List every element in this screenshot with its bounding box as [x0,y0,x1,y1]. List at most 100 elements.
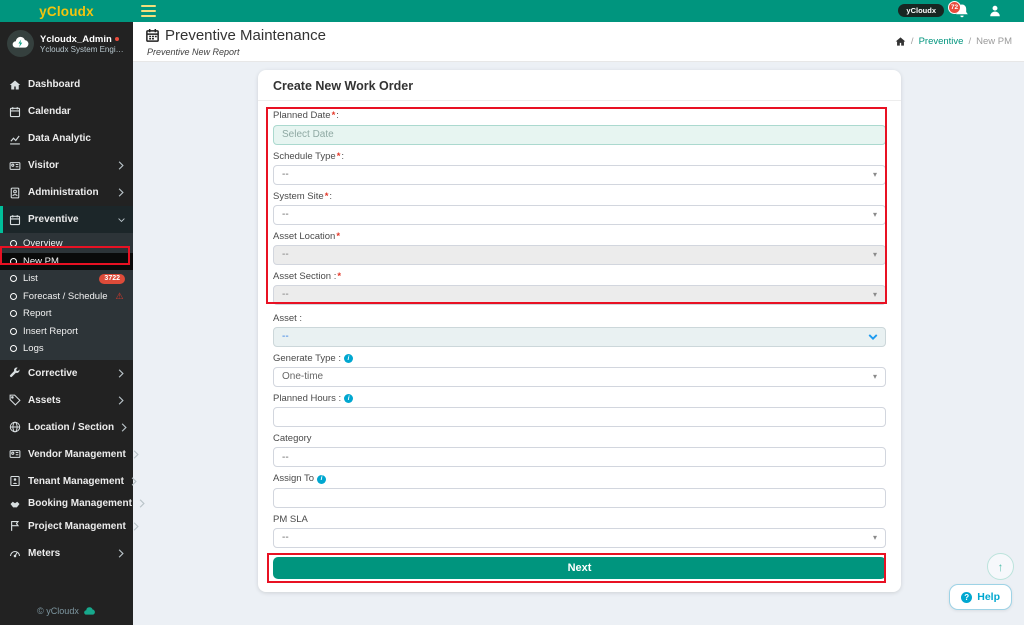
create-work-order-card: Create New Work Order Planned Date * : S… [258,70,901,592]
sidebar-item-list[interactable]: List3722 [0,270,133,288]
user-panel: Ycloudx_Admin Ycloudx System Engin... [0,22,133,66]
info-icon[interactable]: i [344,354,353,363]
asset-location-select: --▾ [273,245,886,265]
asset-label: Asset : [273,313,886,325]
caret-down-icon: ▾ [873,171,877,179]
form-area: Planned Date * : Schedule Type * : --▾ S… [258,101,901,548]
field-assign-to: Assign Toi [273,473,886,508]
circle-icon [10,310,17,317]
page-header: Preventive Maintenance Preventive New Re… [133,22,1024,62]
sidebar-item-report[interactable]: Report [0,305,133,323]
tenant-icon [8,475,21,488]
sidebar-item-overview[interactable]: Overview [0,235,133,253]
breadcrumb-link-preventive[interactable]: Preventive [919,36,964,47]
caret-down-icon: ▾ [873,534,877,542]
planned-hours-label: Planned Hours :i [273,393,886,405]
page-title: Preventive Maintenance [145,27,326,44]
avatar [7,30,34,57]
sidebar-item-calendar[interactable]: Calendar [0,98,133,125]
sidebar-item-project-management[interactable]: Project Management [0,513,133,540]
help-button[interactable]: ? Help [949,584,1012,610]
field-generate-type: Generate Type :i One-time▾ [273,353,886,387]
chevron-right-icon [118,549,125,558]
chevron-right-icon [133,450,139,459]
topbar: yCloudx yCloudx 72 [0,0,1024,22]
chevron-right-icon [118,396,125,405]
sidebar-item-dashboard[interactable]: Dashboard [0,71,133,98]
gauge-icon [8,547,21,560]
assign-to-label: Assign Toi [273,473,886,485]
card-title: Create New Work Order [258,70,901,101]
circle-icon [10,258,17,265]
flag-icon [8,520,21,533]
field-schedule-type: Schedule Type * : --▾ [273,151,886,185]
chevron-right-icon [133,522,139,531]
system-site-select[interactable]: --▾ [273,205,886,225]
circle-icon [10,275,17,282]
sidebar-item-preventive[interactable]: Preventive [0,206,133,233]
field-asset: Asset : -- [273,313,886,347]
field-planned-date: Planned Date * : [273,110,886,145]
assign-to-input[interactable] [273,488,886,508]
count-badge: 3722 [99,274,125,284]
cloud-icon [83,606,96,616]
account-pill[interactable]: yCloudx [898,4,944,17]
sidebar-item-visitor[interactable]: Visitor [0,152,133,179]
circle-icon [10,328,17,335]
id-card-icon [8,448,21,461]
circle-icon [10,293,17,300]
caret-down-icon: ▾ [873,373,877,381]
chevron-right-icon [118,188,125,197]
caret-down-icon [868,333,878,341]
category-select[interactable]: -- [273,447,886,467]
question-icon: ? [961,592,972,603]
sidebar-item-location-section[interactable]: Location / Section [0,414,133,441]
field-category: Category -- [273,433,886,467]
system-site-label: System Site * : [273,191,886,203]
pm-sla-label: PM SLA [273,514,886,526]
field-asset-location: Asset Location * --▾ [273,231,886,265]
generate-type-select[interactable]: One-time▾ [273,367,886,387]
sidebar-item-vendor-management[interactable]: Vendor Management [0,441,133,468]
caret-down-icon: ▾ [873,251,877,259]
sidebar-footer: © yCloudx [0,606,133,616]
chevron-right-icon [139,499,145,508]
field-pm-sla: PM SLA --▾ [273,514,886,548]
user-role: Ycloudx System Engin... [40,45,126,54]
user-icon[interactable] [988,4,1002,18]
planned-hours-input[interactable] [273,407,886,427]
notification-count-badge: 72 [948,1,961,14]
pm-sla-select[interactable]: --▾ [273,528,886,548]
tag-icon [8,394,21,407]
category-label: Category [273,433,886,445]
circle-icon [10,240,17,247]
sidebar-item-forecast-schedule[interactable]: Forecast / Schedule⚠ [0,288,133,306]
caret-down-icon: ▾ [873,291,877,299]
chevron-down-icon [118,215,125,224]
sidebar-item-administration[interactable]: Administration [0,179,133,206]
chevron-right-icon [118,161,125,170]
user-name: Ycloudx_Admin [40,34,112,45]
home-icon [8,78,21,91]
asset-select[interactable]: -- [273,327,886,347]
home-icon[interactable] [895,36,906,47]
sidebar-item-logs[interactable]: Logs [0,340,133,358]
sidebar-item-meters[interactable]: Meters [0,540,133,567]
sidebar-item-tenant-management[interactable]: Tenant Management [0,468,133,495]
scroll-to-top-button[interactable]: ↑ [987,553,1014,580]
info-icon[interactable]: i [317,475,326,484]
schedule-type-label: Schedule Type * : [273,151,886,163]
field-asset-section: Asset Section : * --▾ [273,271,886,305]
sidebar-item-new-pm[interactable]: New PM [0,253,133,271]
sidebar-item-data-analytic[interactable]: Data Analytic [0,125,133,152]
hamburger-menu-icon[interactable] [141,5,156,17]
sidebar-item-corrective[interactable]: Corrective [0,360,133,387]
sidebar-item-assets[interactable]: Assets [0,387,133,414]
info-icon[interactable]: i [344,394,353,403]
sidebar-item-booking-management[interactable]: Booking Management [0,495,133,513]
schedule-type-select[interactable]: --▾ [273,165,886,185]
next-button[interactable]: Next [273,557,886,579]
planned-date-input[interactable] [273,125,886,145]
sidebar-item-insert-report[interactable]: Insert Report [0,323,133,341]
app-root: yCloudx yCloudx 72 Ycloudx_Admin Ycloudx… [0,0,1024,625]
